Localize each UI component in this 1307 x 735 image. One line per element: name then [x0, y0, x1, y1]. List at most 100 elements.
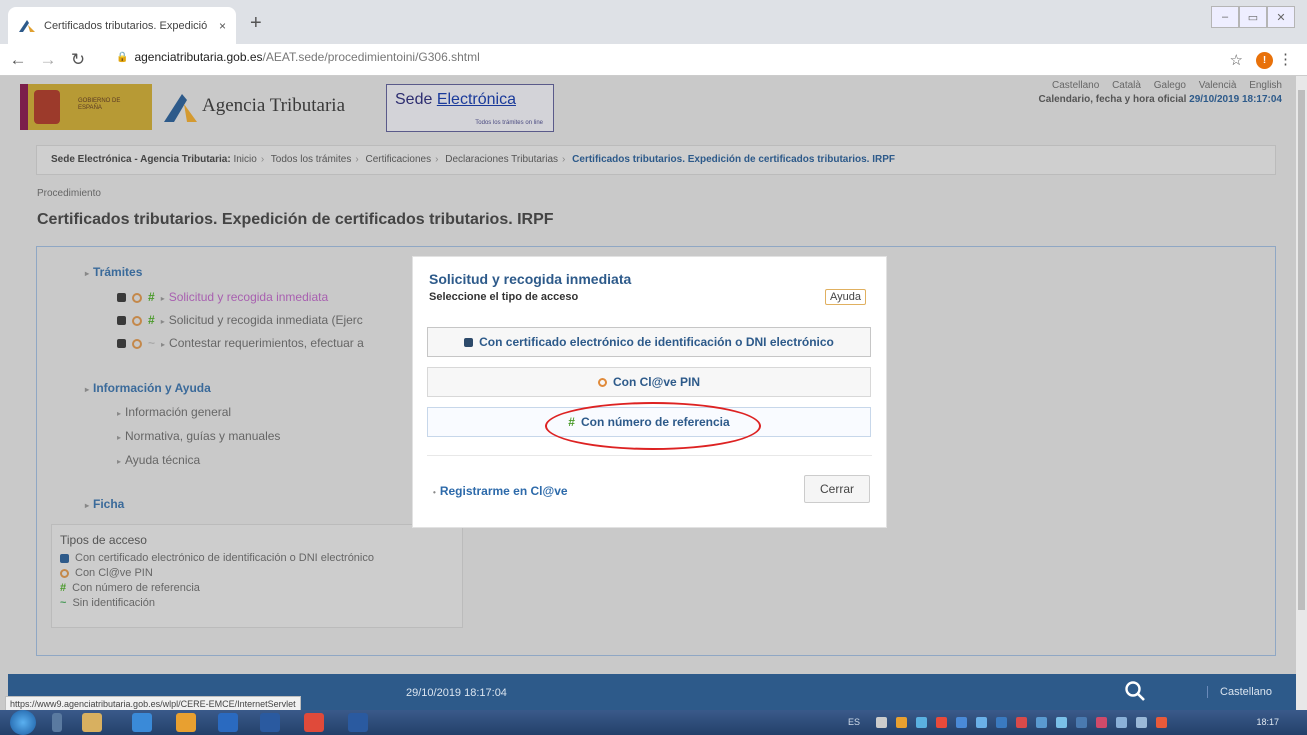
lang-castellano[interactable]: Castellano [1052, 80, 1099, 91]
page-title: Certificados tributarios. Expedición de … [37, 211, 554, 228]
tray-app-icon[interactable] [1076, 717, 1087, 728]
info-item[interactable]: ▸ Información general [117, 405, 231, 419]
tray-bluetooth-icon[interactable] [876, 717, 887, 728]
breadcrumb-item[interactable]: Inicio [233, 154, 256, 165]
url-field[interactable]: 🔒 agenciatributaria.gob.es /AEAT.sede/pr… [116, 50, 480, 64]
tray-app-icon[interactable] [896, 717, 907, 728]
tray-network-icon[interactable] [1116, 717, 1127, 728]
tray-flag-icon[interactable] [1096, 717, 1107, 728]
lang-english[interactable]: English [1249, 80, 1282, 91]
section-ficha[interactable]: ▸ Ficha [85, 497, 124, 511]
footer-language[interactable]: Castellano [1207, 686, 1272, 698]
tramite-item[interactable]: # ▸ Solicitud y recogida inmediata (Ejerc [117, 313, 363, 327]
tray-word-icon[interactable] [956, 717, 967, 728]
highlight-ellipse [545, 402, 761, 450]
tab-title: Certificados tributarios. Expedició [44, 19, 208, 32]
register-clave-link[interactable]: • Registrarme en Cl@ve [433, 484, 568, 498]
access-type-item: Con Cl@ve PIN [60, 566, 454, 581]
section-tramites[interactable]: ▸ Trámites [85, 265, 142, 279]
hash-icon: # [148, 290, 155, 304]
breadcrumb-item[interactable]: Todos los trámites [271, 154, 352, 165]
clave-pin-access-button[interactable]: Con Cl@ve PIN [427, 367, 871, 397]
reload-icon[interactable]: ↻ [66, 50, 90, 70]
tramite-item[interactable]: ~ ▸ Contestar requerimientos, efectuar a [117, 336, 364, 350]
lang-galego[interactable]: Galego [1154, 80, 1186, 91]
tab-close-icon[interactable]: × [219, 19, 226, 33]
lang-catala[interactable]: Català [1112, 80, 1141, 91]
breadcrumb-root: Sede Electrónica - Agencia Tributaria: [51, 154, 231, 165]
extension-icon[interactable]: ! [1256, 52, 1273, 69]
minimize-icon[interactable]: – [1211, 6, 1239, 28]
agency-name[interactable]: Agencia Tributaria [202, 95, 345, 117]
access-type-item: # Con número de referencia [60, 582, 200, 594]
browser-tab-bar: Certificados tributarios. Expedició × + … [0, 0, 1307, 44]
bookmark-star-icon[interactable]: ☆ [1230, 51, 1243, 69]
access-type-item: ~ Sin identificación [60, 597, 155, 609]
keyboard-language[interactable]: ES [848, 717, 860, 727]
word-icon[interactable] [348, 713, 368, 732]
address-bar: ← → ↻ 🔒 agenciatributaria.gob.es /AEAT.s… [0, 44, 1307, 76]
tray-app-icon[interactable] [916, 717, 927, 728]
info-item[interactable]: ▸ Ayuda técnica [117, 453, 200, 467]
tray-app-icon[interactable] [1056, 717, 1067, 728]
procedure-label: Procedimiento [37, 188, 101, 199]
clave-icon [132, 315, 142, 326]
chrome-icon[interactable] [304, 713, 324, 732]
url-host: agenciatributaria.gob.es [134, 50, 263, 64]
clave-icon [132, 338, 142, 349]
language-selector: Castellano Català Galego Valencià Englis… [1042, 80, 1282, 91]
sede-electronica-logo[interactable]: Sede Electrónica Todos los trámites on l… [386, 84, 554, 132]
agency-logo-icon [164, 94, 197, 122]
lock-icon [117, 316, 126, 326]
hash-icon: # [60, 582, 67, 594]
access-type-dialog: Solicitud y recogida inmediata Seleccion… [412, 256, 887, 528]
cloud-app-icon[interactable] [218, 713, 238, 732]
tray-update-icon[interactable] [936, 717, 947, 728]
scrollbar[interactable] [1296, 76, 1307, 710]
sede-subtitle: Todos los trámites on line [475, 120, 543, 126]
file-explorer-icon[interactable] [82, 713, 102, 732]
breadcrumb-item[interactable]: Declaraciones Tributarias [445, 154, 558, 165]
tray-volume-icon[interactable] [1156, 717, 1167, 728]
access-types-legend: Tipos de acceso Con certificado electrón… [51, 524, 463, 628]
breadcrumb-item[interactable]: Certificaciones [366, 154, 432, 165]
close-window-icon[interactable]: ✕ [1267, 6, 1295, 28]
dialog-subtitle: Seleccione el tipo de acceso [429, 291, 579, 303]
tray-cloud-icon[interactable] [976, 717, 987, 728]
coat-of-arms-icon [34, 90, 60, 124]
certificate-access-button[interactable]: Con certificado electrónico de identific… [427, 327, 871, 357]
no-id-icon: ~ [148, 336, 156, 350]
start-menu-icon[interactable] [10, 710, 36, 735]
new-tab-button[interactable]: + [250, 12, 262, 35]
tray-app-icon[interactable] [1016, 717, 1027, 728]
hash-icon: # [148, 313, 155, 327]
media-player-icon[interactable] [176, 713, 196, 732]
clave-icon [60, 568, 69, 578]
lang-valencia[interactable]: Valencià [1199, 80, 1237, 91]
clock[interactable]: 18:17 [1256, 717, 1279, 727]
internet-explorer-icon[interactable] [132, 713, 152, 732]
restore-icon[interactable]: ▭ [1239, 6, 1267, 28]
search-icon[interactable] [1124, 680, 1146, 702]
gov-text: GOBIERNO DE ESPAÑA [78, 98, 121, 111]
access-types-title: Tipos de acceso [60, 533, 147, 547]
sede-title-part: Sede [395, 91, 437, 108]
back-arrow-icon[interactable]: ← [6, 50, 30, 70]
info-item[interactable]: ▸ Normativa, guías y manuales [117, 429, 280, 443]
lock-icon [60, 553, 69, 563]
browser-tab[interactable]: Certificados tributarios. Expedició × [8, 7, 236, 44]
tray-signal-icon[interactable] [1136, 717, 1147, 728]
footer-date: 29/10/2019 18:17:04 [406, 687, 507, 699]
tramite-item[interactable]: # ▸ Solicitud y recogida inmediata [117, 290, 328, 304]
section-info-ayuda[interactable]: ▸ Información y Ayuda [85, 381, 211, 395]
lock-icon [464, 337, 474, 347]
help-button[interactable]: Ayuda [825, 289, 866, 305]
calendar-label[interactable]: Calendario, fecha y hora oficial [1039, 94, 1187, 105]
outlook-icon[interactable] [260, 713, 280, 732]
tray-app-icon[interactable] [1036, 717, 1047, 728]
browser-menu-icon[interactable]: ⋮ [1278, 50, 1293, 68]
tray-outlook-icon[interactable] [996, 717, 1007, 728]
forward-arrow-icon[interactable]: → [36, 50, 60, 70]
close-button[interactable]: Cerrar [804, 475, 870, 503]
secure-lock-icon: 🔒 [116, 51, 129, 63]
